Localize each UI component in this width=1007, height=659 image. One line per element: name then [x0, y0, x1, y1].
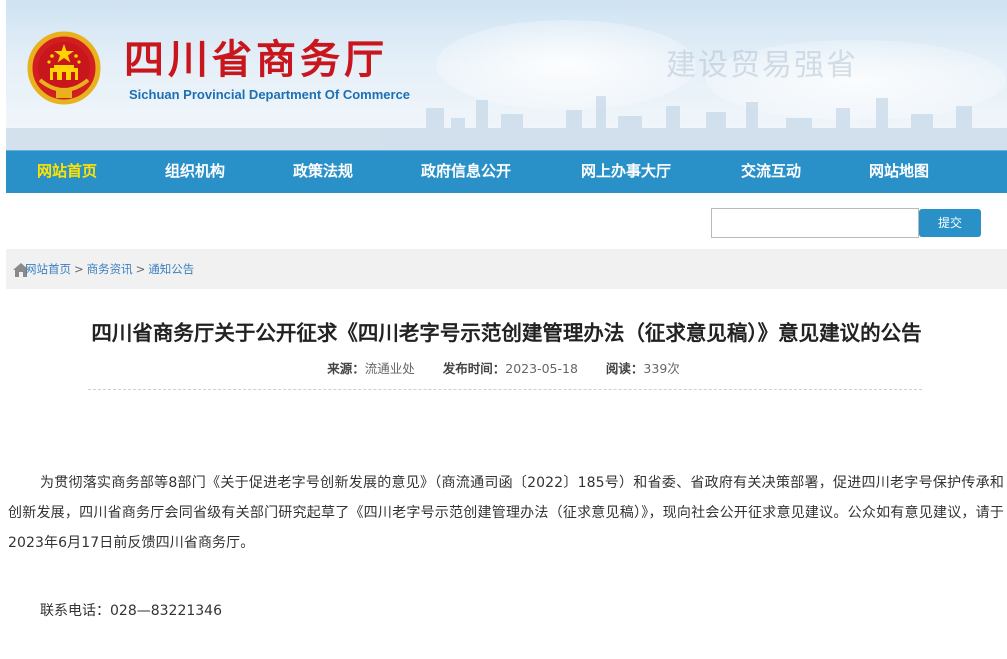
date-value: 2023-05-18 — [505, 361, 578, 376]
breadcrumb-home[interactable]: 网站首页 — [25, 262, 71, 276]
date-label: 发布时间： — [442, 361, 506, 376]
source-label: 来源： — [327, 361, 365, 376]
national-emblem-logo — [27, 31, 101, 105]
breadcrumb-separator: > — [135, 262, 146, 276]
site-subtitle: Sichuan Provincial Department Of Commerc… — [129, 87, 411, 102]
breadcrumb-notices[interactable]: 通知公告 — [148, 262, 194, 276]
article-title: 四川省商务厅关于公开征求《四川老字号示范创建管理办法（征求意见稿）》意见建议的公… — [91, 321, 922, 345]
nav-item-home[interactable]: 网站首页 — [37, 151, 97, 193]
nav-item-online-services[interactable]: 网上办事大厅 — [581, 151, 671, 193]
nav-item-interaction[interactable]: 交流互动 — [741, 151, 801, 193]
meta-divider — [88, 389, 922, 390]
nav-item-policies[interactable]: 政策法规 — [293, 151, 353, 193]
source-value: 流通业处 — [364, 361, 415, 376]
article-body: 为贯彻落实商务部等8部门《关于促进老字号创新发展的意见》（商流通司函〔2022〕… — [8, 475, 1004, 551]
breadcrumb-bar: 网站首页 > 商务资讯 > 通知公告 — [6, 249, 1007, 289]
main-nav: 网站首页 组织机构 政策法规 政府信息公开 网上办事大厅 交流互动 网站地图 — [6, 150, 1007, 193]
breadcrumb-news[interactable]: 商务资讯 — [87, 262, 133, 276]
article-meta: 来源：流通业处 发布时间：2023-05-18 阅读：339次 — [0, 360, 1007, 378]
search-submit-button[interactable]: 提交 — [919, 209, 981, 237]
nav-item-organization[interactable]: 组织机构 — [165, 151, 225, 193]
views-value: 339次 — [643, 361, 680, 376]
breadcrumb: 网站首页 > 商务资讯 > 通知公告 — [25, 261, 194, 277]
contact-phone: 联系电话：028—83221346 — [40, 603, 222, 619]
site-title: 四川省商务厅 — [124, 37, 388, 83]
nav-item-sitemap[interactable]: 网站地图 — [869, 151, 929, 193]
nav-item-gov-info[interactable]: 政府信息公开 — [421, 151, 511, 193]
views-label: 阅读： — [605, 361, 644, 376]
search-input[interactable] — [711, 208, 919, 238]
breadcrumb-separator: > — [74, 262, 84, 276]
banner-slogan: 建设贸易强省 — [666, 48, 858, 83]
header-banner: 四川省商务厅 Sichuan Provincial Department Of … — [6, 0, 1007, 150]
